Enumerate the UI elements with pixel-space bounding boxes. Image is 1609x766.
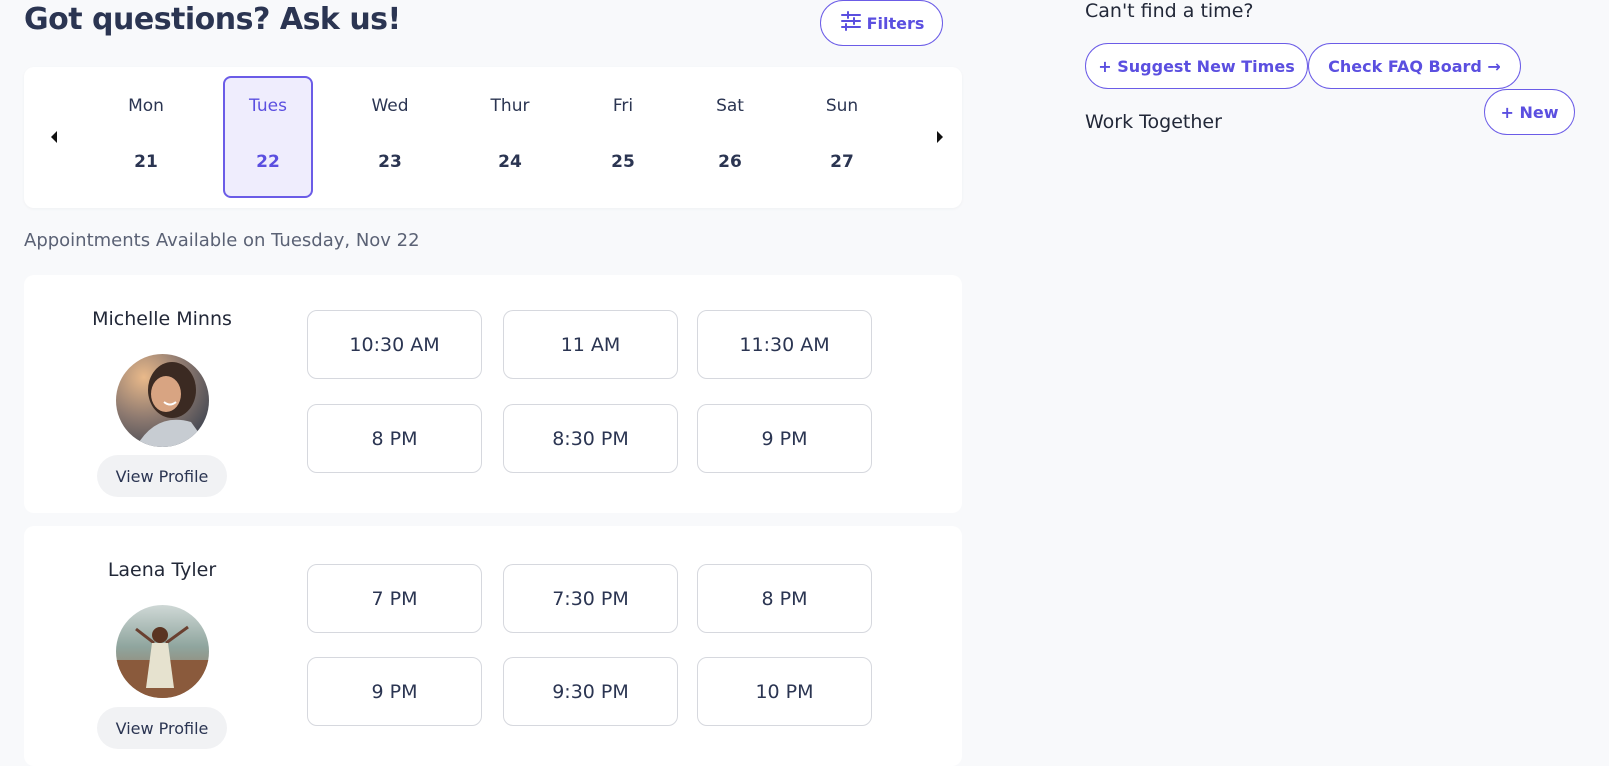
day-mon[interactable]: Mon 21	[101, 76, 191, 198]
day-tues[interactable]: Tues 22	[223, 76, 313, 198]
caret-left-icon	[51, 131, 57, 143]
next-week-button[interactable]	[930, 127, 950, 147]
caret-right-icon	[937, 131, 943, 143]
day-wed[interactable]: Wed 23	[345, 76, 435, 198]
provider-card: Laena Tyler View Profile 7 PM 7:30 PM 8 …	[24, 526, 962, 766]
page-title: Got questions? Ask us!	[24, 2, 401, 37]
week-selector: Mon 21 Tues 22 Wed 23 Thur 24 Fri 25 Sat…	[24, 67, 962, 208]
time-slot[interactable]: 7:30 PM	[503, 564, 678, 633]
new-button[interactable]: + New	[1484, 89, 1575, 135]
time-slot[interactable]: 9:30 PM	[503, 657, 678, 726]
sliders-icon	[839, 9, 863, 37]
time-slot[interactable]: 8 PM	[307, 404, 482, 473]
day-name: Sat	[716, 96, 744, 116]
suggest-new-times-button[interactable]: + Suggest New Times	[1085, 43, 1308, 89]
time-slot[interactable]: 11:30 AM	[697, 310, 872, 379]
day-number: 22	[256, 152, 280, 172]
time-slot[interactable]: 7 PM	[307, 564, 482, 633]
day-name: Fri	[612, 96, 634, 116]
day-number: 21	[134, 152, 158, 172]
day-name: Tues	[249, 96, 287, 116]
cant-find-time-label: Can't find a time?	[1085, 0, 1254, 22]
day-sat[interactable]: Sat 26	[685, 76, 775, 198]
provider-name: Michelle Minns	[92, 308, 232, 330]
time-slot[interactable]: 10 PM	[697, 657, 872, 726]
day-sun[interactable]: Sun 27	[797, 76, 887, 198]
day-number: 27	[830, 152, 854, 172]
day-name: Wed	[371, 96, 409, 116]
time-slot[interactable]: 8:30 PM	[503, 404, 678, 473]
day-fri[interactable]: Fri 25	[578, 76, 668, 198]
availability-heading: Appointments Available on Tuesday, Nov 2…	[24, 230, 420, 251]
time-slot[interactable]: 9 PM	[307, 657, 482, 726]
provider-card: Michelle Minns View Profile 10:30 AM 11 …	[24, 275, 962, 513]
day-name: Mon	[128, 96, 164, 116]
work-together-label: Work Together	[1085, 111, 1222, 133]
filters-label: Filters	[866, 13, 925, 33]
provider-name: Laena Tyler	[107, 559, 217, 581]
check-faq-board-button[interactable]: Check FAQ Board →	[1308, 43, 1521, 89]
avatar	[116, 605, 209, 698]
time-slot[interactable]: 11 AM	[503, 310, 678, 379]
day-number: 23	[378, 152, 402, 172]
day-name: Thur	[490, 96, 530, 116]
view-profile-button[interactable]: View Profile	[97, 455, 227, 497]
day-number: 25	[611, 152, 635, 172]
time-slot[interactable]: 9 PM	[697, 404, 872, 473]
time-slot[interactable]: 10:30 AM	[307, 310, 482, 379]
day-thur[interactable]: Thur 24	[465, 76, 555, 198]
filters-button[interactable]: Filters	[820, 0, 943, 46]
day-name: Sun	[825, 96, 859, 116]
day-number: 26	[718, 152, 742, 172]
view-profile-button[interactable]: View Profile	[97, 707, 227, 749]
prev-week-button[interactable]	[44, 127, 64, 147]
avatar	[116, 354, 209, 447]
day-number: 24	[498, 152, 522, 172]
time-slot[interactable]: 8 PM	[697, 564, 872, 633]
